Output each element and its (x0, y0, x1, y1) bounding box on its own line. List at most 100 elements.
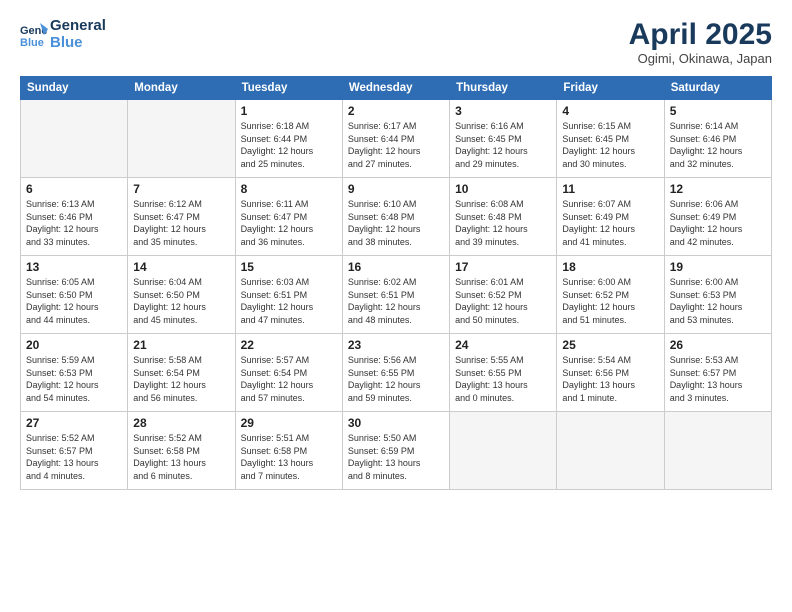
logo: General Blue General Blue (20, 18, 106, 51)
day-number: 19 (670, 260, 766, 274)
day-number: 15 (241, 260, 337, 274)
calendar-cell: 4 Sunrise: 6:15 AM Sunset: 6:45 PM Daylig… (557, 100, 664, 178)
calendar-cell: 12 Sunrise: 6:06 AM Sunset: 6:49 PM Dayli… (664, 178, 771, 256)
day-detail: Sunrise: 6:15 AM Sunset: 6:45 PM Dayligh… (562, 120, 658, 170)
day-number: 20 (26, 338, 122, 352)
day-detail: Sunrise: 6:07 AM Sunset: 6:49 PM Dayligh… (562, 198, 658, 248)
day-number: 30 (348, 416, 444, 430)
day-detail: Sunrise: 6:13 AM Sunset: 6:46 PM Dayligh… (26, 198, 122, 248)
header-monday: Monday (128, 77, 235, 100)
header-saturday: Saturday (664, 77, 771, 100)
day-number: 25 (562, 338, 658, 352)
day-detail: Sunrise: 6:03 AM Sunset: 6:51 PM Dayligh… (241, 276, 337, 326)
calendar-cell: 14Sunrise: 6:04 AM Sunset: 6:50 PM Dayli… (128, 256, 235, 334)
calendar-cell: 30 Sunrise: 5:50 AM Sunset: 6:59 PM Dayli… (342, 412, 449, 490)
calendar-week-row-1: 6 Sunrise: 6:13 AM Sunset: 6:46 PM Daylig… (21, 178, 772, 256)
calendar-week-row-3: 20 Sunrise: 5:59 AM Sunset: 6:53 PM Dayli… (21, 334, 772, 412)
header: General Blue General Blue April 2025 Ogi… (20, 18, 772, 66)
weekday-header-row: Sunday Monday Tuesday Wednesday Thursday… (21, 77, 772, 100)
day-number: 9 (348, 182, 444, 196)
month-year-title: April 2025 (629, 18, 772, 51)
calendar-cell: 2Sunrise: 6:17 AM Sunset: 6:44 PM Daylig… (342, 100, 449, 178)
calendar-week-row-2: 13 Sunrise: 6:05 AM Sunset: 6:50 PM Dayli… (21, 256, 772, 334)
title-area: April 2025 Ogimi, Okinawa, Japan (629, 18, 772, 66)
day-number: 23 (348, 338, 444, 352)
day-number: 18 (562, 260, 658, 274)
calendar-cell: 3Sunrise: 6:16 AM Sunset: 6:45 PM Daylig… (450, 100, 557, 178)
day-number: 27 (26, 416, 122, 430)
calendar-cell: 9 Sunrise: 6:10 AM Sunset: 6:48 PM Daylig… (342, 178, 449, 256)
calendar-cell: 17 Sunrise: 6:01 AM Sunset: 6:52 PM Dayli… (450, 256, 557, 334)
day-number: 2 (348, 104, 444, 118)
calendar-cell: 28Sunrise: 5:52 AM Sunset: 6:58 PM Dayli… (128, 412, 235, 490)
calendar-cell: 6 Sunrise: 6:13 AM Sunset: 6:46 PM Daylig… (21, 178, 128, 256)
day-number: 10 (455, 182, 551, 196)
day-number: 14 (133, 260, 229, 274)
day-detail: Sunrise: 6:12 AM Sunset: 6:47 PM Dayligh… (133, 198, 229, 248)
day-detail: Sunrise: 6:02 AM Sunset: 6:51 PM Dayligh… (348, 276, 444, 326)
logo-text-general: General (50, 18, 106, 35)
calendar-cell: 27 Sunrise: 5:52 AM Sunset: 6:57 PM Dayli… (21, 412, 128, 490)
day-detail: Sunrise: 6:01 AM Sunset: 6:52 PM Dayligh… (455, 276, 551, 326)
day-number: 22 (241, 338, 337, 352)
calendar-cell: 11Sunrise: 6:07 AM Sunset: 6:49 PM Dayli… (557, 178, 664, 256)
day-detail: Sunrise: 5:50 AM Sunset: 6:59 PM Dayligh… (348, 432, 444, 482)
day-number: 4 (562, 104, 658, 118)
calendar-cell: 5 Sunrise: 6:14 AM Sunset: 6:46 PM Daylig… (664, 100, 771, 178)
header-wednesday: Wednesday (342, 77, 449, 100)
day-detail: Sunrise: 6:11 AM Sunset: 6:47 PM Dayligh… (241, 198, 337, 248)
day-detail: Sunrise: 5:54 AM Sunset: 6:56 PM Dayligh… (562, 354, 658, 404)
calendar-cell: 29Sunrise: 5:51 AM Sunset: 6:58 PM Dayli… (235, 412, 342, 490)
calendar-cell: 18 Sunrise: 6:00 AM Sunset: 6:52 PM Dayli… (557, 256, 664, 334)
day-number: 1 (241, 104, 337, 118)
logo-icon: General Blue (20, 21, 48, 49)
calendar-week-row-4: 27 Sunrise: 5:52 AM Sunset: 6:57 PM Dayli… (21, 412, 772, 490)
day-number: 5 (670, 104, 766, 118)
location-subtitle: Ogimi, Okinawa, Japan (629, 51, 772, 66)
logo-text-blue: Blue (50, 35, 106, 52)
day-detail: Sunrise: 6:18 AM Sunset: 6:44 PM Dayligh… (241, 120, 337, 170)
day-number: 8 (241, 182, 337, 196)
day-number: 6 (26, 182, 122, 196)
day-detail: Sunrise: 5:55 AM Sunset: 6:55 PM Dayligh… (455, 354, 551, 404)
day-number: 21 (133, 338, 229, 352)
svg-text:Blue: Blue (20, 37, 44, 49)
header-friday: Friday (557, 77, 664, 100)
day-detail: Sunrise: 6:00 AM Sunset: 6:52 PM Dayligh… (562, 276, 658, 326)
day-number: 13 (26, 260, 122, 274)
calendar-table: Sunday Monday Tuesday Wednesday Thursday… (20, 76, 772, 490)
day-number: 24 (455, 338, 551, 352)
day-detail: Sunrise: 6:08 AM Sunset: 6:48 PM Dayligh… (455, 198, 551, 248)
calendar-cell: 7 Sunrise: 6:12 AM Sunset: 6:47 PM Daylig… (128, 178, 235, 256)
calendar-cell: 21 Sunrise: 5:58 AM Sunset: 6:54 PM Dayli… (128, 334, 235, 412)
calendar-week-row-0: 1 Sunrise: 6:18 AM Sunset: 6:44 PM Daylig… (21, 100, 772, 178)
calendar-cell: 15 Sunrise: 6:03 AM Sunset: 6:51 PM Dayli… (235, 256, 342, 334)
day-detail: Sunrise: 6:10 AM Sunset: 6:48 PM Dayligh… (348, 198, 444, 248)
day-detail: Sunrise: 5:52 AM Sunset: 6:57 PM Dayligh… (26, 432, 122, 482)
calendar-cell (21, 100, 128, 178)
calendar-cell: 1 Sunrise: 6:18 AM Sunset: 6:44 PM Daylig… (235, 100, 342, 178)
day-detail: Sunrise: 5:51 AM Sunset: 6:58 PM Dayligh… (241, 432, 337, 482)
calendar-cell: 24 Sunrise: 5:55 AM Sunset: 6:55 PM Dayli… (450, 334, 557, 412)
day-detail: Sunrise: 5:59 AM Sunset: 6:53 PM Dayligh… (26, 354, 122, 404)
day-number: 12 (670, 182, 766, 196)
day-detail: Sunrise: 6:05 AM Sunset: 6:50 PM Dayligh… (26, 276, 122, 326)
day-detail: Sunrise: 6:14 AM Sunset: 6:46 PM Dayligh… (670, 120, 766, 170)
day-number: 7 (133, 182, 229, 196)
day-detail: Sunrise: 6:06 AM Sunset: 6:49 PM Dayligh… (670, 198, 766, 248)
calendar-cell (128, 100, 235, 178)
calendar-cell: 16 Sunrise: 6:02 AM Sunset: 6:51 PM Dayli… (342, 256, 449, 334)
calendar-cell (557, 412, 664, 490)
day-number: 3 (455, 104, 551, 118)
day-number: 16 (348, 260, 444, 274)
day-detail: Sunrise: 5:57 AM Sunset: 6:54 PM Dayligh… (241, 354, 337, 404)
calendar-cell: 8 Sunrise: 6:11 AM Sunset: 6:47 PM Daylig… (235, 178, 342, 256)
day-number: 26 (670, 338, 766, 352)
calendar-cell: 10 Sunrise: 6:08 AM Sunset: 6:48 PM Dayli… (450, 178, 557, 256)
day-number: 17 (455, 260, 551, 274)
day-detail: Sunrise: 5:58 AM Sunset: 6:54 PM Dayligh… (133, 354, 229, 404)
day-detail: Sunrise: 5:56 AM Sunset: 6:55 PM Dayligh… (348, 354, 444, 404)
calendar-cell (450, 412, 557, 490)
day-detail: Sunrise: 5:53 AM Sunset: 6:57 PM Dayligh… (670, 354, 766, 404)
calendar-cell: 22 Sunrise: 5:57 AM Sunset: 6:54 PM Dayli… (235, 334, 342, 412)
